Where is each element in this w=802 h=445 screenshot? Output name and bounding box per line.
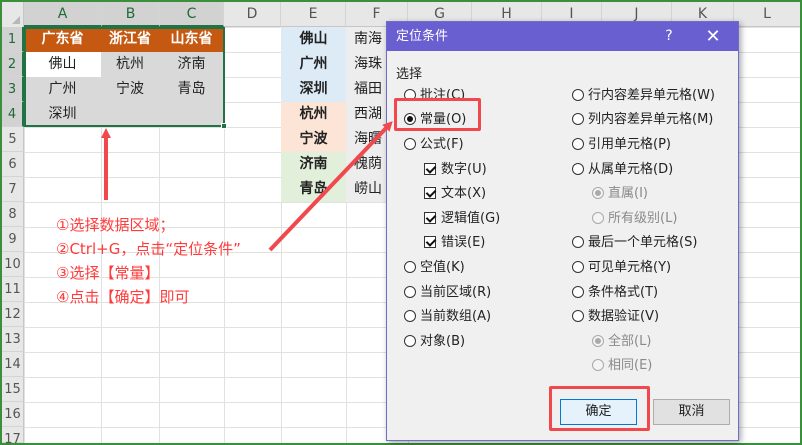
annotation-arrows [101,121,393,252]
arrow-diagonal-icon [268,121,393,252]
